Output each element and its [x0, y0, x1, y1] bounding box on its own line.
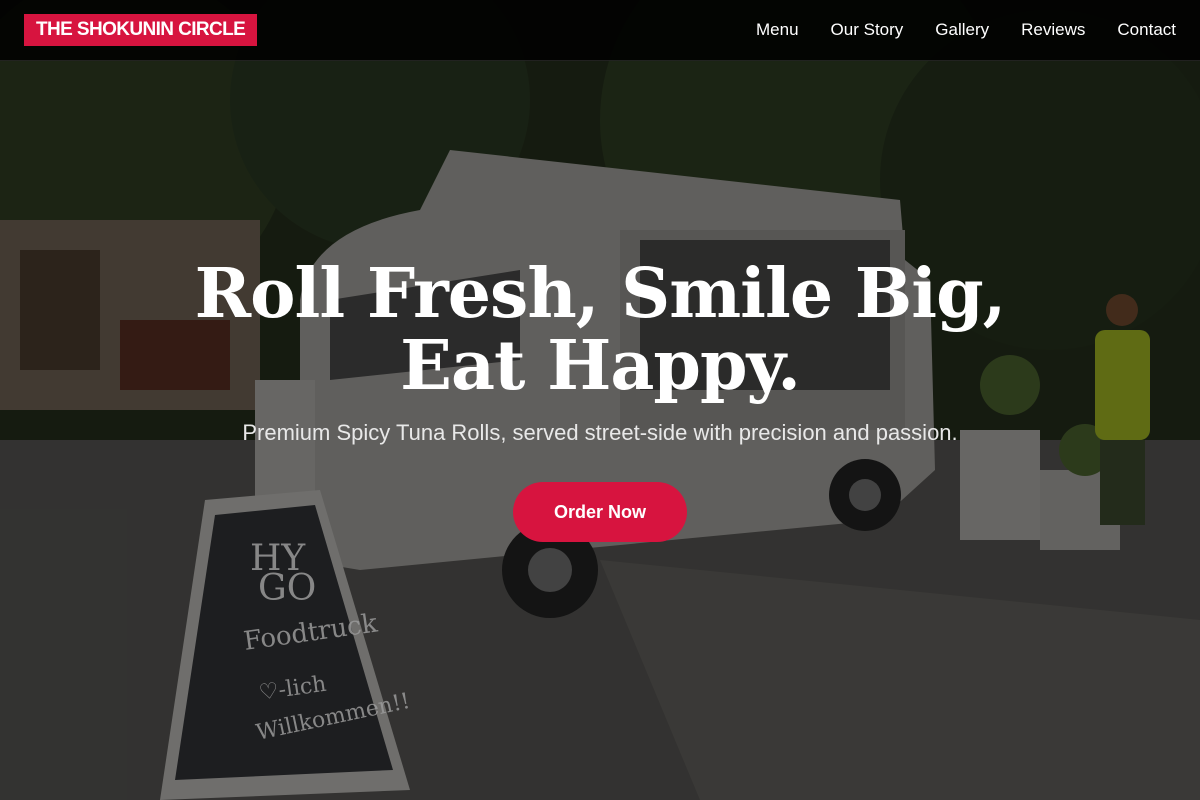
- hero-content: Roll Fresh, Smile Big, Eat Happy. Premiu…: [0, 258, 1200, 542]
- nav-item-reviews[interactable]: Reviews: [1021, 20, 1085, 40]
- nav-item-menu[interactable]: Menu: [756, 20, 799, 40]
- order-now-button[interactable]: Order Now: [513, 482, 687, 542]
- top-navbar: THE SHOKUNIN CIRCLE Menu Our Story Galle…: [0, 0, 1200, 61]
- main-nav: Menu Our Story Gallery Reviews Contact: [756, 0, 1176, 60]
- hero-subtitle: Premium Spicy Tuna Rolls, served street-…: [242, 420, 958, 445]
- sign-text-heart: ♡-lich: [257, 672, 328, 706]
- sign-text-foodtruck: Foodtruck: [242, 608, 380, 656]
- nav-item-our-story[interactable]: Our Story: [831, 20, 904, 40]
- hero-title: Roll Fresh, Smile Big, Eat Happy.: [194, 254, 1007, 406]
- nav-item-contact[interactable]: Contact: [1117, 20, 1176, 40]
- brand-logo[interactable]: THE SHOKUNIN CIRCLE: [24, 14, 258, 46]
- nav-item-gallery[interactable]: Gallery: [935, 20, 989, 40]
- sign-text-go: GO: [258, 568, 316, 609]
